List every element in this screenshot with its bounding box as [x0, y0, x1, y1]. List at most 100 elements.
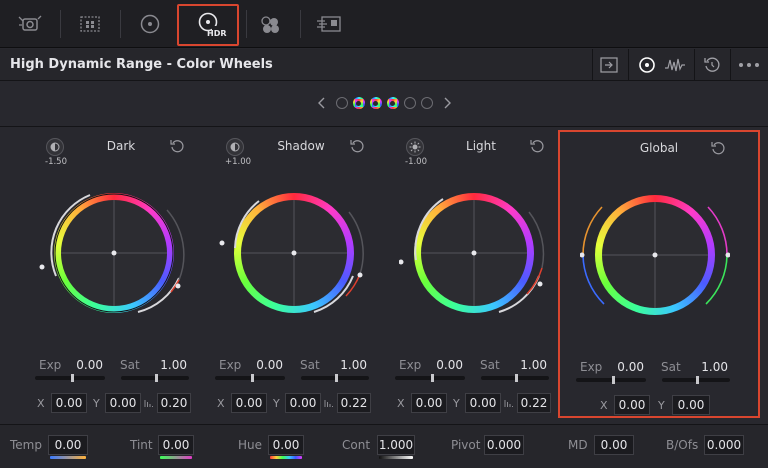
reset-icon[interactable]	[349, 138, 365, 154]
pivot-label: Pivot	[451, 438, 481, 452]
more-options-icon[interactable]	[734, 51, 764, 79]
global-adjust-bar: Temp 0.00 Tint 0.00 Hue 0.00 Cont 1.000 …	[0, 424, 768, 468]
x-label: X	[37, 397, 45, 410]
curves-view-icon[interactable]	[660, 51, 690, 79]
hue-field[interactable]: 0.00	[268, 435, 304, 455]
md-field[interactable]: 0.00	[594, 435, 634, 455]
pivot-field[interactable]: 0.000	[484, 435, 524, 455]
wheel-panel-global: Global Exp 0.00 Sat 1.00 X 0.00 Y 0.00	[558, 130, 760, 418]
falloff-icon	[144, 400, 153, 407]
wheel-panel-dark: -1.50 Dark Exp 0.00 Sat 1.00 X 0.00 Y 0.…	[31, 128, 211, 420]
bofs-field[interactable]: 0.000	[704, 435, 744, 455]
chevron-right-icon[interactable]	[438, 94, 456, 112]
y-label: Y	[93, 397, 100, 410]
x-field[interactable]: 0.00	[614, 395, 650, 415]
expand-panel-icon[interactable]	[594, 51, 624, 79]
falloff-icon	[324, 400, 333, 407]
sat-slider[interactable]	[121, 374, 189, 382]
exp-value[interactable]: 0.00	[251, 358, 283, 372]
exp-label: Exp	[39, 358, 62, 372]
page-dot[interactable]	[420, 97, 433, 109]
contrast-field[interactable]: 1.000	[377, 435, 415, 455]
wheel-panel-shadow: +1.00 Shadow Exp 0.00 Sat 1.00 X 0.00 Y …	[211, 128, 391, 420]
x-field[interactable]: 0.00	[51, 393, 87, 413]
y-field[interactable]: 0.00	[285, 393, 321, 413]
reset-icon[interactable]	[529, 138, 545, 154]
wheels-view-icon[interactable]	[632, 51, 662, 79]
color-wheel[interactable]	[219, 178, 369, 328]
panel-title: High Dynamic Range - Color Wheels	[10, 57, 273, 72]
wheel-page-selector	[0, 82, 768, 124]
page-dot-active[interactable]	[352, 97, 365, 109]
falloff-icon	[504, 400, 513, 407]
sat-value[interactable]: 1.00	[515, 358, 547, 372]
page-dot[interactable]	[403, 97, 416, 109]
reset-icon[interactable]	[169, 138, 185, 154]
exp-slider[interactable]	[35, 374, 105, 382]
palette-toolbar: HDR	[0, 0, 768, 48]
exp-value[interactable]: 0.00	[71, 358, 103, 372]
sat-slider[interactable]	[481, 374, 549, 382]
chevron-left-icon[interactable]	[313, 94, 331, 112]
page-dot-active[interactable]	[369, 97, 382, 109]
tint-field[interactable]: 0.00	[158, 435, 194, 455]
sat-label: Sat	[300, 358, 320, 372]
zone-value: -1.00	[405, 157, 427, 167]
falloff-field[interactable]: 0.22	[517, 393, 551, 413]
page-dot-active[interactable]	[386, 97, 399, 109]
temp-label: Temp	[10, 438, 42, 452]
x-label: X	[397, 397, 405, 410]
zone-value: -1.50	[45, 157, 67, 167]
hue-label: Hue	[238, 438, 263, 452]
hdr-wheel-button[interactable]: HDR	[177, 4, 239, 46]
exp-label: Exp	[580, 360, 603, 374]
camera-raw-icon[interactable]	[12, 6, 48, 42]
sat-value[interactable]: 1.00	[335, 358, 367, 372]
primaries-wheel-icon[interactable]	[132, 6, 168, 42]
exp-label: Exp	[399, 358, 422, 372]
x-label: X	[217, 397, 225, 410]
exp-value[interactable]: 0.00	[612, 360, 644, 374]
sat-label: Sat	[661, 360, 681, 374]
rgb-mixer-icon[interactable]	[252, 6, 288, 42]
sat-label: Sat	[120, 358, 140, 372]
reset-icon[interactable]	[710, 140, 726, 156]
exp-slider[interactable]	[215, 374, 285, 382]
exp-slider[interactable]	[576, 376, 646, 384]
sat-slider[interactable]	[301, 374, 369, 382]
bofs-label: B/Ofs	[666, 438, 699, 452]
md-label: MD	[568, 438, 588, 452]
color-wheel[interactable]	[39, 178, 189, 328]
exp-slider[interactable]	[395, 374, 465, 382]
temp-field[interactable]: 0.00	[48, 435, 88, 455]
sat-value[interactable]: 1.00	[696, 360, 728, 374]
panel-titlebar: High Dynamic Range - Color Wheels	[0, 49, 768, 81]
exp-label: Exp	[219, 358, 242, 372]
falloff-field[interactable]: 0.22	[337, 393, 371, 413]
y-label: Y	[273, 397, 280, 410]
y-field[interactable]: 0.00	[105, 393, 141, 413]
sat-value[interactable]: 1.00	[155, 358, 187, 372]
wheel-title: Global	[639, 141, 679, 155]
color-wheel[interactable]	[580, 180, 730, 330]
reset-all-icon[interactable]	[697, 51, 727, 79]
hdr-label: HDR	[207, 29, 227, 38]
x-field[interactable]: 0.00	[231, 393, 267, 413]
x-field[interactable]: 0.00	[411, 393, 447, 413]
color-match-icon[interactable]	[72, 6, 108, 42]
y-field[interactable]: 0.00	[465, 393, 501, 413]
y-field[interactable]: 0.00	[672, 395, 710, 415]
zone-value: +1.00	[225, 157, 252, 167]
contrast-label: Cont	[342, 438, 371, 452]
y-label: Y	[453, 397, 460, 410]
x-label: X	[600, 399, 608, 412]
exp-value[interactable]: 0.00	[431, 358, 463, 372]
sat-slider[interactable]	[662, 376, 730, 384]
page-dot[interactable]	[335, 97, 348, 109]
color-wheel[interactable]	[399, 178, 549, 328]
tint-label: Tint	[130, 438, 153, 452]
motion-effects-icon[interactable]	[312, 6, 348, 42]
y-label: Y	[658, 399, 665, 412]
sat-label: Sat	[480, 358, 500, 372]
falloff-field[interactable]: 0.20	[157, 393, 191, 413]
